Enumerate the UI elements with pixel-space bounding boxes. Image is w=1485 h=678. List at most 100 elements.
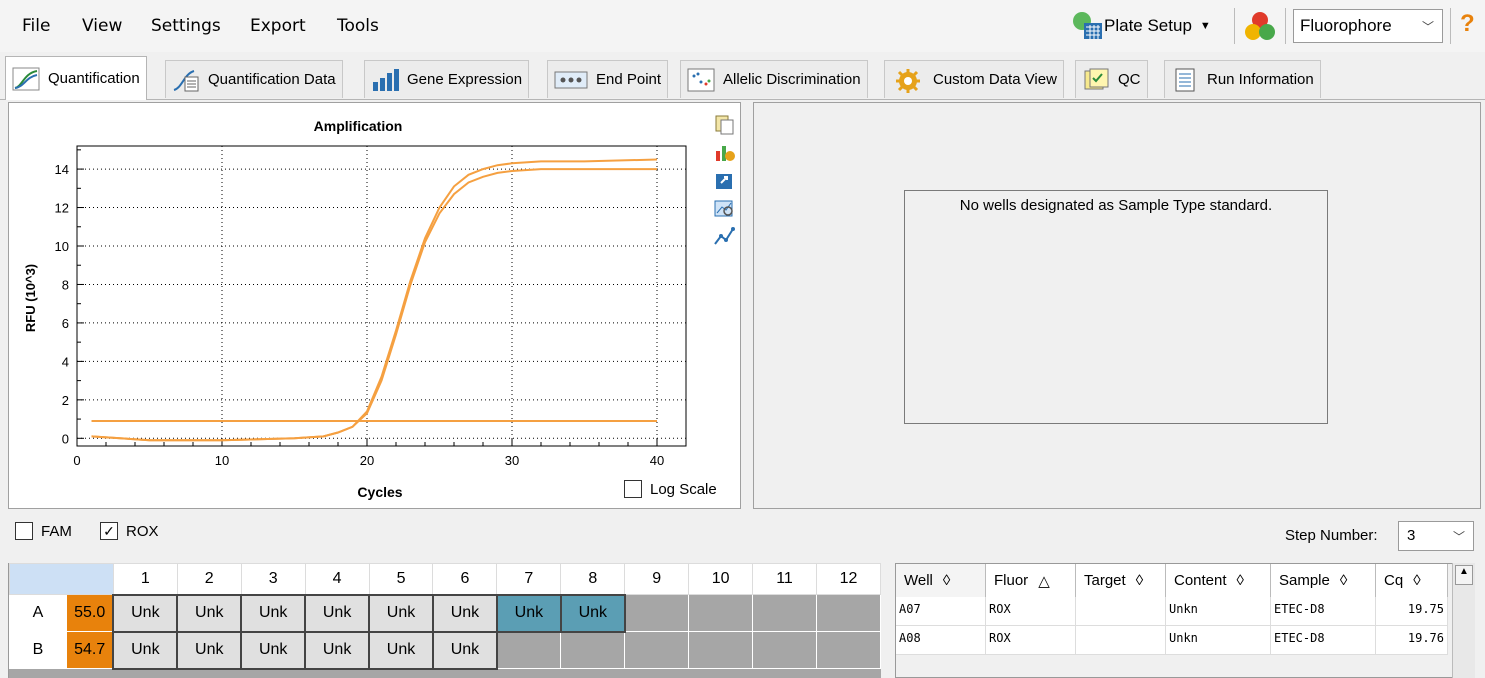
tab-label: QC xyxy=(1118,71,1141,88)
scatter-icon xyxy=(687,68,715,92)
zoom-chart-icon[interactable] xyxy=(713,197,735,219)
results-column-header[interactable]: Content ◊ xyxy=(1166,564,1271,597)
fam-checkbox[interactable] xyxy=(15,522,33,540)
rox-checkbox[interactable]: ✓ xyxy=(100,522,118,540)
results-column-header-label: Well xyxy=(904,572,933,589)
tab-quantification-data[interactable]: Quantification Data xyxy=(165,60,343,98)
menu-view[interactable]: View xyxy=(82,16,122,36)
plate-column-label[interactable]: 11 xyxy=(752,563,817,595)
tab-run-information[interactable]: Run Information xyxy=(1164,60,1321,98)
plate-well[interactable] xyxy=(752,594,817,632)
tab-label: Quantification Data xyxy=(208,71,336,88)
plate-well[interactable]: Unk xyxy=(368,593,434,633)
tab-bar: Quantification Quantification Data Gene … xyxy=(0,52,1485,100)
plate-row-label[interactable]: B xyxy=(9,631,67,669)
plate-well[interactable]: Unk xyxy=(112,593,179,633)
plate-column-label[interactable]: 7 xyxy=(496,563,562,595)
tab-allelic-discrimination[interactable]: Allelic Discrimination xyxy=(680,60,868,98)
log-scale-checkbox[interactable] xyxy=(624,480,642,498)
plate-column-label[interactable]: 5 xyxy=(368,563,434,595)
plate-column-label[interactable]: 2 xyxy=(176,563,242,595)
plate-column-label[interactable]: 9 xyxy=(624,563,690,595)
plate-column-label[interactable]: 12 xyxy=(815,563,882,595)
plate-well[interactable] xyxy=(496,631,562,669)
plate-select-all[interactable] xyxy=(9,563,114,595)
chart-title: Amplification xyxy=(314,118,403,134)
x-tick-label: 10 xyxy=(215,453,229,468)
tab-quantification[interactable]: Quantification xyxy=(5,56,147,100)
plate-well[interactable] xyxy=(815,631,882,669)
plate-row-label[interactable]: A xyxy=(9,594,67,632)
plate-setup-button[interactable]: Plate Setup ▼ xyxy=(1068,8,1211,44)
scroll-up-arrow-icon[interactable]: ▲ xyxy=(1455,565,1473,585)
results-column-header-label: Target xyxy=(1084,572,1126,589)
plate-well[interactable]: Unk xyxy=(304,630,371,670)
plate-well[interactable]: Unk xyxy=(368,630,434,670)
fluorophore-select[interactable]: Fluorophore ﹀ xyxy=(1293,9,1443,43)
plate-well[interactable]: Unk xyxy=(176,630,243,670)
chart-settings-icon[interactable] xyxy=(713,141,735,163)
plate-column-label[interactable]: 6 xyxy=(432,563,498,595)
plate-row: B 54.7 Unk Unk Unk Unk Unk Unk xyxy=(9,630,882,670)
toolbar-divider xyxy=(1285,8,1286,44)
amplification-chart-panel: Amplification Cycles RFU (10^3) 0 10 20 30 4… xyxy=(8,102,741,509)
plate-well[interactable] xyxy=(624,594,690,632)
plate-well[interactable] xyxy=(752,631,817,669)
plate-well[interactable] xyxy=(624,631,690,669)
tab-label: Gene Expression xyxy=(407,71,523,88)
log-scale-toggle[interactable]: Log Scale xyxy=(624,480,717,498)
tab-end-point[interactable]: End Point xyxy=(547,60,669,98)
plate-well[interactable]: Unk xyxy=(240,593,307,633)
plate-column-label[interactable]: 10 xyxy=(688,563,754,595)
menu-settings[interactable]: Settings xyxy=(151,16,221,36)
plate-well[interactable]: Unk xyxy=(304,593,371,633)
plate-column-label[interactable]: 3 xyxy=(240,563,306,595)
x-tick-label: 0 xyxy=(73,453,80,468)
amplification-chart: Amplification Cycles RFU (10^3) 0 10 20 30 4… xyxy=(23,118,687,500)
rox-filter[interactable]: ✓ ROX xyxy=(100,522,159,540)
menu-file[interactable]: File xyxy=(22,16,50,36)
results-column-header[interactable]: Cq ◊ xyxy=(1376,564,1448,597)
standard-curve-message-box: No wells designated as Sample Type stand… xyxy=(904,190,1328,424)
sort-icon: ◊ xyxy=(1135,572,1144,589)
menu-export[interactable]: Export xyxy=(250,16,306,36)
plate-column-label[interactable]: 8 xyxy=(560,563,626,595)
results-cell: ROX xyxy=(986,597,1076,625)
tab-gene-expression[interactable]: Gene Expression xyxy=(364,60,530,98)
tab-custom-data-view[interactable]: Custom Data View xyxy=(884,60,1064,98)
plate-well[interactable]: Unk xyxy=(559,593,626,633)
results-column-header[interactable]: Sample ◊ xyxy=(1271,564,1376,597)
y-tick-label: 6 xyxy=(62,316,69,331)
results-scrollbar[interactable]: ▲ xyxy=(1452,563,1475,678)
tab-qc[interactable]: QC xyxy=(1075,60,1148,98)
fam-filter[interactable]: FAM xyxy=(15,522,72,540)
plate-well[interactable] xyxy=(688,594,754,632)
fam-label: FAM xyxy=(41,522,72,540)
plate-well[interactable]: Unk xyxy=(431,630,498,670)
plate-well[interactable] xyxy=(688,631,754,669)
results-row[interactable]: A08 ROX Unkn ETEC-D8 19.76 xyxy=(896,626,1448,655)
dropdown-arrow-icon: ▼ xyxy=(1199,20,1211,32)
plate-well[interactable]: Unk xyxy=(112,630,179,670)
fluorophore-color-icon[interactable] xyxy=(1242,10,1278,47)
plate-well[interactable]: Unk xyxy=(240,630,307,670)
y-tick-label: 14 xyxy=(55,162,69,177)
plate-column-label[interactable]: 4 xyxy=(304,563,370,595)
plate-well[interactable] xyxy=(815,594,882,632)
results-column-header[interactable]: Fluor △ xyxy=(986,564,1076,597)
step-number-select[interactable]: 3 ﹀ xyxy=(1398,521,1474,551)
results-column-header[interactable]: Well ◊ xyxy=(896,564,986,597)
results-row[interactable]: A07 ROX Unkn ETEC-D8 19.75 xyxy=(896,597,1448,626)
help-icon[interactable]: ? xyxy=(1460,10,1475,38)
plate-well[interactable]: Unk xyxy=(176,593,243,633)
plate-well[interactable] xyxy=(560,631,626,669)
results-cell xyxy=(1076,626,1166,654)
plate-well[interactable]: Unk xyxy=(495,593,562,633)
curve-fit-icon[interactable] xyxy=(713,225,735,247)
export-chart-icon[interactable] xyxy=(713,169,735,191)
plate-column-label[interactable]: 1 xyxy=(112,563,178,595)
menu-tools[interactable]: Tools xyxy=(337,16,379,36)
plate-well[interactable]: Unk xyxy=(431,593,498,633)
copy-icon[interactable] xyxy=(713,113,735,135)
results-column-header[interactable]: Target ◊ xyxy=(1076,564,1166,597)
